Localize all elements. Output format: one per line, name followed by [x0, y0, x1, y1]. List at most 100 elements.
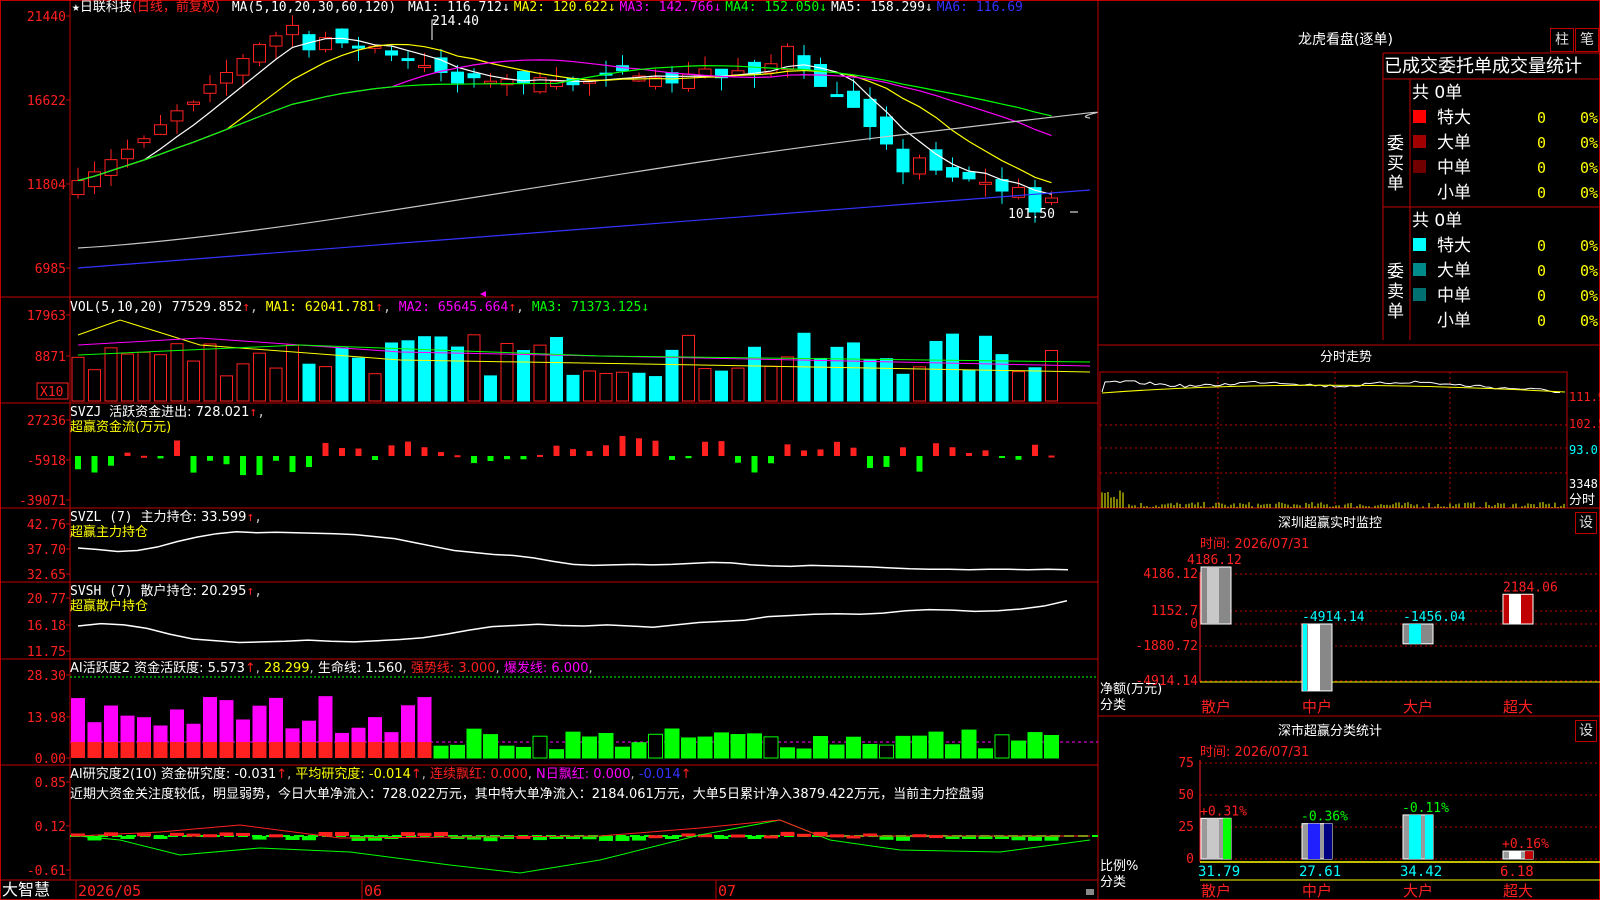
chart-area[interactable]: 21440 16622 11804 6985 17963 8871 X10 27236 -591… [0, 0, 1600, 900]
money-flow-bar [388, 445, 395, 456]
cursor-marker [480, 291, 486, 297]
activity-bar [928, 731, 944, 759]
volume-bar [104, 347, 118, 402]
money-flow-bar [718, 441, 725, 456]
fenshi-price-line [1101, 380, 1561, 394]
svzl-y-label: 32.65 [27, 568, 66, 583]
volume-bar [137, 351, 151, 402]
activity-bar [1027, 732, 1043, 759]
candle [665, 72, 679, 84]
szstat-bar-edge [1324, 823, 1332, 859]
szstat-category: 超大 [1503, 882, 1533, 900]
candle [220, 71, 233, 84]
szstat-bar-edge [1223, 818, 1231, 859]
buy-row-name: 特大 [1437, 108, 1471, 128]
activity-base [170, 742, 184, 758]
low-label: 101.50 [1008, 207, 1055, 222]
money-flow-bar [834, 441, 840, 456]
tick-mode-button[interactable]: 笔 [1575, 28, 1599, 52]
volume-bar [962, 369, 976, 402]
activity-bar [285, 728, 300, 742]
research-bar [780, 831, 795, 836]
volume-bar [187, 360, 200, 402]
volume-bar [599, 372, 613, 402]
activity-bar [236, 719, 250, 742]
money-flow-bar [339, 448, 345, 456]
money-flow-bar [1015, 456, 1022, 460]
activity-bar [351, 727, 366, 742]
research-bar [1028, 836, 1042, 841]
volume-bar [1028, 367, 1042, 402]
volume-bar [896, 373, 910, 402]
research-bar [137, 833, 151, 837]
activity-base [236, 742, 250, 758]
activity-bar [846, 736, 861, 759]
activity-bar [912, 735, 927, 759]
bar-mode-button[interactable]: 柱 [1550, 28, 1574, 52]
activity-bar [466, 728, 482, 759]
volume-bar [748, 346, 761, 402]
money-flow-bar [867, 456, 873, 469]
activity-bar [862, 743, 878, 759]
sell-row-name: 中单 [1437, 286, 1471, 306]
activity-base [186, 742, 201, 758]
money-flow-bar [372, 456, 378, 460]
activity-bar [780, 747, 795, 759]
activity-bar [335, 732, 349, 742]
research-bar [1011, 836, 1026, 841]
svsh-y-label: 20.77 [27, 592, 66, 607]
research-bar [434, 831, 448, 836]
szstat-bar [1402, 814, 1434, 860]
activity-bar [697, 736, 713, 759]
fenshi-title[interactable]: 分时走势 [1320, 350, 1372, 365]
activity-bar [532, 735, 548, 759]
szstat-y-label: 25 [1178, 820, 1194, 835]
svsh-header: SVSH (7) 散户持仓: 20.295↑, [70, 584, 263, 599]
money-flow-bar [883, 456, 890, 467]
money-flow-bar [438, 452, 444, 456]
sell-row-value: 0 [1537, 312, 1546, 330]
main-holding-line [77, 530, 1069, 571]
activity-bar [104, 705, 118, 742]
lhb-title: 龙虎看盘(逐单) [1298, 32, 1393, 48]
money-flow-bar [520, 456, 527, 460]
activity-bar [631, 742, 647, 759]
activity-base [71, 742, 85, 758]
candle [484, 80, 497, 84]
volume-bar [121, 353, 134, 402]
svzj-y-label: 27236 [27, 414, 66, 429]
szstat-change-label: -0.11% [1402, 801, 1449, 816]
buy-row-percent: 0% [1580, 184, 1598, 202]
szstat-bar-highlight [1207, 818, 1219, 859]
szmon-settings-button[interactable]: 设 [1575, 512, 1597, 534]
volume-bar [731, 367, 745, 402]
activity-bar [945, 744, 960, 759]
activity-bar [137, 717, 151, 742]
svzl-header: SVZL (7) 主力持仓: 33.599↑, [70, 510, 263, 525]
szmon-ylabel: 净额(万元) [1100, 682, 1163, 697]
szstat-settings-button[interactable]: 设 [1575, 720, 1597, 742]
volume-bar [401, 340, 415, 402]
candle [451, 71, 464, 84]
research-bar [747, 836, 762, 839]
stock-name[interactable]: 日联科技 [80, 0, 132, 15]
period-mode[interactable]: (日线，前复权) [132, 0, 220, 15]
szmon-bar-highlight [1207, 567, 1219, 624]
szmon-time: 时间: 2026/07/31 [1200, 537, 1310, 552]
money-flow-bar [174, 440, 180, 456]
ai-act-y-label: 0.00 [35, 752, 66, 767]
ma-value-6: MA6: 116.69 [936, 0, 1023, 15]
szstat-bar [1200, 817, 1232, 860]
szmon-bar-highlight [1308, 624, 1320, 691]
activity-base [335, 742, 349, 758]
fenshi-y-label: 102.5 [1569, 417, 1600, 431]
candle [467, 73, 481, 79]
money-flow-bar [124, 452, 131, 456]
star-icon[interactable]: ★ [72, 0, 80, 15]
fenshi-y-label: 93.0 [1569, 443, 1598, 457]
activity-bar [153, 725, 168, 742]
activity-base [417, 742, 432, 758]
activity-bar [598, 732, 614, 759]
activity-bar [401, 705, 415, 742]
volume-bar [170, 343, 184, 402]
